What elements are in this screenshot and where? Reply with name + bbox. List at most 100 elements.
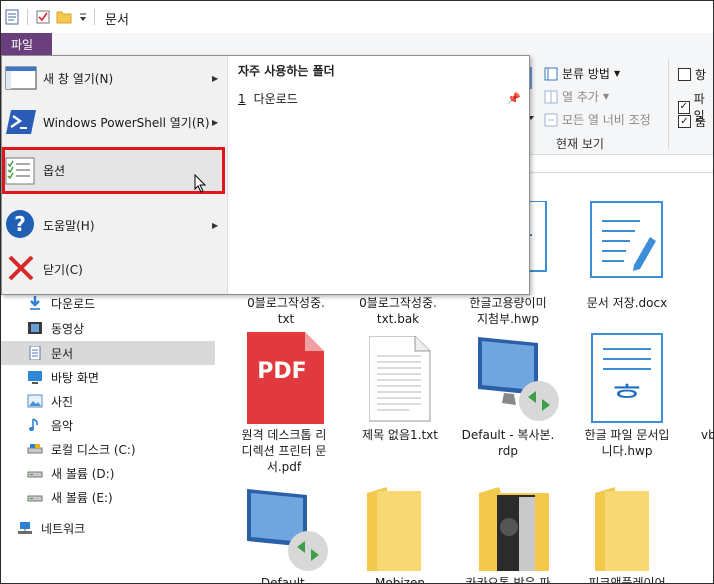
file-name: 문서 저장.docx — [586, 296, 668, 310]
file-name: Default-DESKTO — [260, 576, 310, 584]
menu-item-label: 도움말(H) — [43, 218, 95, 233]
nav-item-volume-d[interactable]: 새 볼륨 (D:) — [1, 461, 215, 485]
window-title: 문서 — [105, 13, 129, 28]
file-item[interactable]: Default - 복사본. rdp — [460, 427, 556, 459]
file-item[interactable]: 피크앤플레이어 — [579, 575, 675, 584]
file-item[interactable]: vb — [701, 427, 713, 443]
svg-text:ᄒ: ᄒ — [611, 380, 642, 420]
explorer-window: 문서 분류 방법 ▼ 열 추가 ▼ 모든 열 너비 조정 현재 보기 항 ✓ 파… — [0, 0, 714, 584]
nav-item-network[interactable]: 네트워크 — [1, 516, 215, 540]
nav-item-desktop[interactable]: 바탕 화면 — [1, 365, 215, 389]
nav-label: 네트워크 — [41, 521, 86, 536]
checkbox-checked[interactable]: ✓ — [678, 115, 691, 128]
file-name: 카카오톡 받은 파 — [465, 576, 551, 584]
nav-label: 로컬 디스크 (C:) — [51, 442, 136, 457]
menu-item-label: 새 창 열기(N) — [43, 71, 114, 86]
submenu-arrow-icon: ▶ — [212, 220, 219, 230]
nav-label: 바탕 화면 — [51, 370, 99, 385]
file-item[interactable]: 카카오톡 받은 파 — [460, 575, 556, 584]
desktop-icon — [28, 371, 42, 384]
frequent-folder-index: 1 — [238, 91, 246, 106]
add-column-icon — [544, 90, 558, 103]
size-all-columns-label: 모든 열 너비 조정 — [562, 113, 651, 127]
menu-item-help[interactable]: ? 도움말(H) ▶ — [2, 203, 228, 247]
drive-icon — [27, 495, 43, 502]
music-icon — [29, 418, 38, 431]
add-column-button[interactable]: 열 추가 ▼ — [544, 88, 609, 105]
mouse-cursor-icon — [194, 174, 207, 193]
checkbox-item-check-boxes[interactable]: 항 — [678, 66, 706, 83]
file-tab[interactable]: 파일 — [1, 33, 52, 55]
document-icon — [29, 346, 41, 360]
pin-icon[interactable]: 📌 — [507, 92, 521, 105]
folder-icon — [595, 487, 651, 574]
file-item[interactable]: 원격 데스크톱 리 디렉션 프린터 문 서.pdf — [236, 427, 332, 475]
frequent-folders-title: 자주 사용하는 폴더 — [238, 64, 335, 78]
nav-item-local-disk-c[interactable]: 로컬 디스크 (C:) — [1, 437, 215, 461]
submenu-arrow-icon: ▶ — [212, 73, 219, 83]
new-folder-icon[interactable] — [56, 10, 72, 24]
submenu-arrow-icon: ▶ — [212, 117, 219, 127]
navigation-pane: 다운로드 동영상 문서 바탕 화면 사진 음악 로컬 디스크 (C:) 새 볼륨… — [1, 291, 217, 583]
checkbox-item-hidden[interactable]: ✓ 숨 — [678, 113, 706, 130]
frequent-folder-label: 다운로드 — [253, 92, 298, 106]
checkbox-label: 항 — [695, 68, 707, 82]
nav-item-videos[interactable]: 동영상 — [1, 316, 215, 340]
menu-item-options[interactable]: 옵션 — [2, 147, 225, 194]
folder-icon — [367, 487, 423, 574]
nav-label: 문서 — [51, 346, 74, 361]
picture-icon — [27, 394, 43, 408]
frequent-folder-item[interactable]: 1 다운로드 — [238, 90, 298, 107]
txt-file-icon — [368, 335, 431, 425]
file-item[interactable]: 문서 저장.docx — [579, 295, 675, 311]
customize-toolbar-icon[interactable] — [78, 11, 88, 23]
network-icon — [18, 522, 32, 534]
video-icon — [28, 322, 42, 334]
nav-item-volume-e[interactable]: 새 볼륨 (E:) — [1, 485, 215, 509]
file-name: vb — [701, 428, 713, 442]
nav-item-documents[interactable]: 문서 — [1, 341, 215, 365]
file-item[interactable]: 0블로그작성중. txt.bak — [350, 295, 446, 327]
chevron-down-icon: ▼ — [602, 92, 610, 101]
rdp-file-icon — [474, 333, 564, 426]
file-menu-commands: 새 창 열기(N) ▶ Windows PowerShell 열기(R) ▶ 옵… — [2, 56, 228, 294]
nav-label: 동영상 — [51, 321, 85, 336]
file-name: 한글 파일 문서입 니다.hwp — [584, 428, 670, 458]
hwp-file-icon: ᄒ — [591, 333, 663, 426]
nav-item-music[interactable]: 음악 — [1, 413, 215, 437]
checkbox-checked[interactable]: ✓ — [678, 100, 690, 114]
menu-item-close[interactable]: 닫기(C) — [2, 247, 228, 291]
checkbox[interactable] — [678, 68, 691, 81]
options-icon — [5, 157, 35, 185]
folder-with-image-icon — [479, 487, 555, 574]
file-item[interactable]: 제목 없음1.txt — [352, 427, 448, 443]
sort-by-label: 분류 방법 — [562, 67, 610, 81]
nav-label: 새 볼륨 (E:) — [51, 490, 113, 505]
menu-item-new-window[interactable]: 새 창 열기(N) ▶ — [2, 56, 228, 100]
nav-label: 사진 — [51, 394, 74, 409]
file-item[interactable]: Default-DESKTO — [237, 575, 333, 584]
checkmark-properties-icon[interactable] — [36, 9, 50, 25]
separator — [94, 9, 95, 25]
quick-access-toolbar — [5, 8, 101, 26]
add-column-label: 열 추가 — [562, 90, 599, 104]
nav-label: 다운로드 — [51, 296, 96, 311]
rdp-file-icon — [243, 485, 333, 576]
size-all-columns-button[interactable]: 모든 열 너비 조정 — [544, 111, 651, 128]
current-view-group-label: 현재 보기 — [556, 137, 604, 151]
sort-by-button[interactable]: 분류 방법 ▼ — [544, 65, 620, 82]
file-item[interactable]: 한글고용량이미 지첨부.hwp — [460, 295, 556, 327]
close-icon — [8, 255, 34, 281]
file-name: 피크앤플레이어 — [588, 576, 666, 584]
file-item[interactable]: Mobizen — [352, 575, 448, 583]
file-name: 제목 없음1.txt — [362, 428, 438, 442]
powershell-icon — [6, 110, 36, 134]
properties-icon[interactable] — [5, 9, 19, 25]
menu-item-open-powershell[interactable]: Windows PowerShell 열기(R) ▶ — [2, 100, 228, 144]
pdf-file-icon: PDF — [247, 332, 325, 427]
file-item[interactable]: 한글 파일 문서입 니다.hwp — [579, 427, 675, 459]
nav-item-pictures[interactable]: 사진 — [1, 389, 215, 413]
file-item[interactable]: 0블로그작성중. txt — [238, 295, 334, 327]
file-menu: 새 창 열기(N) ▶ Windows PowerShell 열기(R) ▶ 옵… — [1, 55, 530, 295]
menu-item-label: 닫기(C) — [43, 262, 83, 277]
